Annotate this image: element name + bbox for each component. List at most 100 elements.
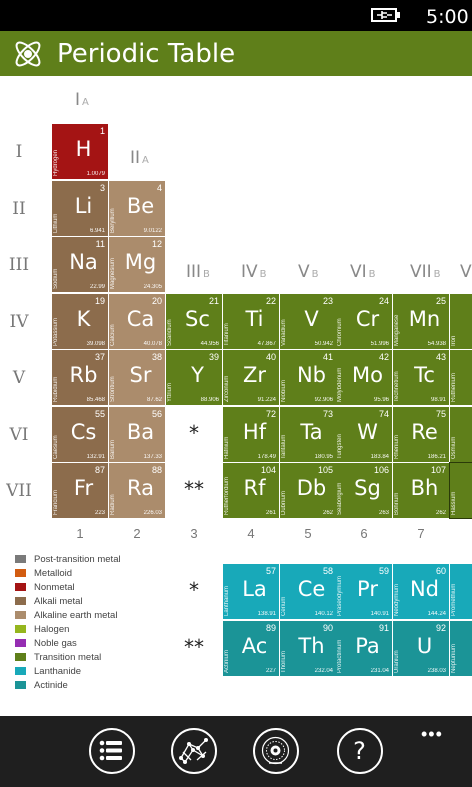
period-label: II	[12, 199, 26, 219]
atom-detail-button[interactable]	[253, 728, 299, 774]
element-tile[interactable]: 107 Bh Bohrium 262	[393, 463, 449, 518]
element-name: Titanium	[224, 323, 230, 346]
element-tile[interactable]: 106 Sg Seaborgium 263	[336, 463, 392, 518]
element-tile[interactable]: 105 Db Dubnium 262	[280, 463, 336, 518]
element-tile[interactable]: 21 Sc Scandium 44.956	[166, 294, 222, 349]
atomic-mass: 226.03	[143, 510, 162, 516]
element-tile[interactable]: 75 Re Rhenium 186.21	[393, 407, 449, 462]
element-tile[interactable]: 91 Pa Protactinium 231.04	[336, 621, 392, 676]
element-tile[interactable]: 74 W Tungsten 183.84	[336, 407, 392, 462]
element-symbol: Re	[411, 420, 438, 444]
column-number: 6	[360, 526, 368, 541]
element-tile[interactable]: 43 Tc Technetium 98.91	[393, 350, 449, 405]
element-name: Caesium	[53, 435, 59, 459]
molecule-structure-button[interactable]	[171, 728, 217, 774]
group-roman: V	[460, 262, 472, 282]
atomic-mass: 137.33	[143, 454, 162, 460]
atomic-number: 21	[208, 296, 219, 306]
element-name: Rubidium	[53, 376, 59, 402]
element-tile[interactable]: 39 Y Yttrium 88.906	[166, 350, 222, 405]
element-tile[interactable]: 38 Sr Strontium 87.62	[109, 350, 165, 405]
element-name: Protactinium	[337, 639, 343, 673]
atomic-number: 89	[265, 623, 276, 633]
element-tile[interactable]: 72 Hf Hafnium 178.49	[223, 407, 279, 462]
element-tile[interactable]: 24 Cr Chromium 51.996	[336, 294, 392, 349]
element-tile[interactable]: 37 Rb Rubidium 85.468	[52, 350, 108, 405]
element-tile[interactable]: 56 Ba Barium 137.33	[109, 407, 165, 462]
group-label: IV B	[241, 262, 267, 282]
legend-item: Alkaline earth metal	[15, 608, 205, 622]
element-tile[interactable]: 104 Rf Rutherfordium 261	[223, 463, 279, 518]
element-symbol: Ac	[241, 634, 268, 658]
element-tile[interactable]: 11 Na Sodium 22.99	[52, 237, 108, 292]
element-name: Zirconium	[224, 375, 230, 402]
element-name: Beryllium	[110, 208, 116, 233]
legend-swatch	[15, 611, 26, 619]
atomic-number: 19	[94, 296, 105, 306]
element-tile[interactable]: 3 Li Lithium 6.941	[52, 181, 108, 236]
element-name: Neodymium	[394, 583, 400, 616]
atom-detail-icon	[261, 736, 290, 765]
atomic-number: 90	[322, 623, 333, 633]
element-tile[interactable]: 40 Zr Zirconium 91.224	[223, 350, 279, 405]
element-tile[interactable]: 59 Pr Praseodymium 140.91	[336, 564, 392, 619]
element-tile[interactable]: 90 Th Thorium 232.04	[280, 621, 336, 676]
legend-item: Lanthanide	[15, 664, 205, 678]
legend-swatch	[15, 569, 26, 577]
group-roman: VI	[350, 262, 367, 282]
element-tile[interactable]: 23 V Vanadium 50.942	[280, 294, 336, 349]
element-tile[interactable]: 1 H Hydrogen 1.0079	[52, 124, 108, 179]
atomic-number: 73	[322, 409, 333, 419]
element-tile[interactable]: 12 Mg Magnesium 24.305	[109, 237, 165, 292]
atomic-number: 1	[99, 126, 105, 136]
element-tile[interactable]: Iron	[450, 294, 472, 349]
element-symbol: Bh	[410, 476, 439, 500]
element-tile[interactable]: 87 Fr Francium 223	[52, 463, 108, 518]
element-symbol: Fr	[73, 476, 94, 500]
clock: 5:00	[426, 6, 469, 28]
element-symbol: Li	[74, 194, 93, 218]
element-tile[interactable]: 25 Mn Manganese 54.938	[393, 294, 449, 349]
element-name: Lithium	[53, 213, 59, 233]
element-tile[interactable]: 57 La Lanthanum 138.91	[223, 564, 279, 619]
element-symbol: Mo	[352, 363, 383, 387]
element-tile[interactable]: 55 Cs Caesium 132.91	[52, 407, 108, 462]
group-roman: III	[186, 262, 202, 282]
atomic-mass: 183.84	[370, 454, 389, 460]
atomic-mass: 47.867	[257, 341, 276, 347]
atomic-mass: 6.941	[89, 228, 105, 234]
element-name: Seaborgium	[337, 482, 343, 515]
element-name: Rutherfordium	[224, 476, 230, 515]
element-tile[interactable]: Osmium	[450, 407, 472, 462]
element-tile[interactable]: Hassium	[449, 462, 472, 519]
element-tile[interactable]: 20 Ca Calcium 40.078	[109, 294, 165, 349]
more-options-button[interactable]: •••	[421, 724, 443, 745]
element-tile[interactable]: 41 Nb Niobium 92.906	[280, 350, 336, 405]
atomic-number: 55	[94, 409, 105, 419]
element-tile[interactable]: 60 Nd Neodymium 144.24	[393, 564, 449, 619]
atomic-number: 4	[156, 183, 162, 193]
element-tile[interactable]: 73 Ta Tantalum 180.95	[280, 407, 336, 462]
element-tile[interactable]: Promethium	[450, 564, 472, 619]
element-tile[interactable]: Ruthenium	[450, 350, 472, 405]
element-name: Neptunium	[451, 643, 457, 673]
element-tile[interactable]: 42 Mo Molybdenum 95.96	[336, 350, 392, 405]
list-button[interactable]	[89, 728, 135, 774]
periodic-table[interactable]: Post-transition metal Metalloid Nonmetal Al…	[0, 76, 472, 716]
element-tile[interactable]: 88 Ra Radium 226.03	[109, 463, 165, 518]
element-symbol: Mg	[124, 250, 157, 274]
element-tile[interactable]: Neptunium	[450, 621, 472, 676]
element-symbol: Cr	[355, 307, 380, 331]
element-name: Scandium	[167, 319, 173, 346]
group-label: II A	[130, 148, 149, 168]
element-tile[interactable]: 19 K Potassium 39.098	[52, 294, 108, 349]
element-tile[interactable]: 92 U Uranium 238.03	[393, 621, 449, 676]
group-subscript: B	[368, 269, 376, 280]
period-label: VI	[9, 425, 29, 445]
atomic-number: 105	[317, 465, 333, 475]
element-tile[interactable]: 4 Be Beryllium 9.0122	[109, 181, 165, 236]
element-tile[interactable]: 22 Ti Titanium 47.867	[223, 294, 279, 349]
element-tile[interactable]: 58 Ce Cerium 140.12	[280, 564, 336, 619]
element-tile[interactable]: 89 Ac Actinium 227	[223, 621, 279, 676]
help-button[interactable]: ?	[337, 728, 383, 774]
